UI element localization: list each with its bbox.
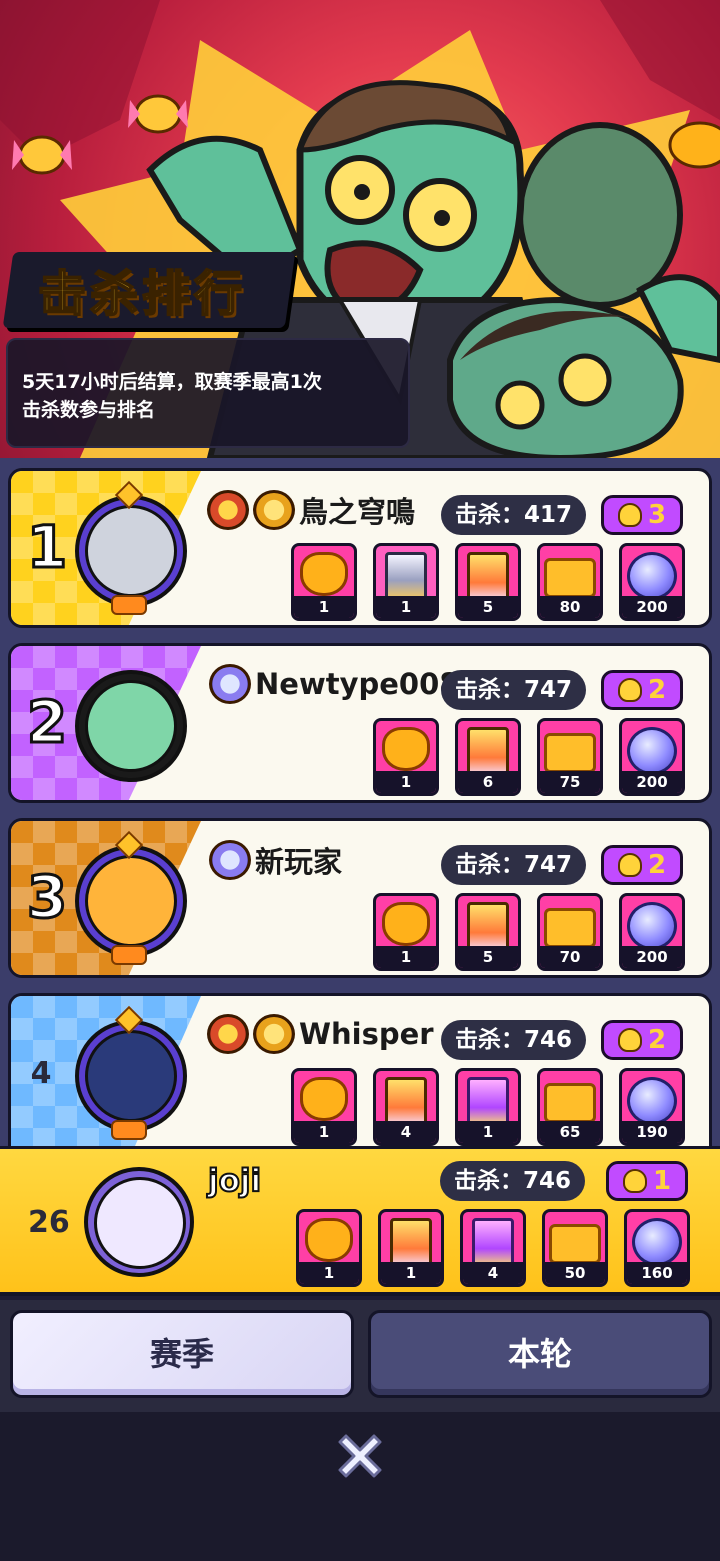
reward-item[interactable]: 4	[373, 1068, 439, 1146]
gold-medal-icon	[253, 490, 295, 530]
ticket-icon	[544, 733, 596, 773]
reward-item[interactable]: 4	[460, 1209, 526, 1287]
kill-count: 击杀：747	[441, 670, 587, 710]
tab-round[interactable]: 本轮	[368, 1310, 712, 1398]
reward-item[interactable]: 75	[537, 718, 603, 796]
reward-list: 1 6 75 200	[373, 718, 685, 796]
player-name: Newtype008	[255, 667, 460, 701]
my-rank-row[interactable]: 26 joji 击杀：746 1 1 1 4 50 160	[0, 1146, 720, 1296]
info-line-1: 5天17小时后结算，取赛季最高1次	[22, 371, 322, 393]
rank-number: 4	[30, 1056, 52, 1091]
reward-item[interactable]: 1	[373, 718, 439, 796]
rank-number: 3	[25, 862, 68, 933]
avatar[interactable]	[75, 845, 187, 957]
gem-orb-icon	[627, 552, 677, 600]
reward-item[interactable]: 6	[455, 718, 521, 796]
avatar-badge-icon	[111, 1120, 147, 1140]
avatar[interactable]	[75, 1020, 187, 1132]
reward-item[interactable]: 200	[619, 718, 685, 796]
reward-item[interactable]: 1	[296, 1209, 362, 1287]
tab-season[interactable]: 赛季	[10, 1310, 354, 1398]
gem-orb-icon	[627, 727, 677, 775]
avatar[interactable]	[75, 670, 187, 782]
close-icon[interactable]	[330, 1426, 390, 1486]
reward-item[interactable]: 5	[455, 543, 521, 621]
reward-item[interactable]: 190	[619, 1068, 685, 1146]
reward-item[interactable]: 50	[542, 1209, 608, 1287]
skull-icon	[617, 678, 642, 702]
my-avatar[interactable]	[84, 1167, 194, 1277]
reward-item[interactable]: 200	[619, 543, 685, 621]
skull-icon	[622, 1169, 647, 1193]
trophy-icon	[305, 1218, 353, 1262]
leaderboard-list[interactable]: 1 鳥之穹鳴 击杀：417 3 1 1 5 80 200 2 Newtype00…	[0, 458, 720, 1146]
avatar-badge-icon	[111, 595, 147, 615]
my-rank-number: 26	[28, 1205, 70, 1240]
ticket-icon	[544, 908, 596, 948]
reward-item[interactable]: 1	[373, 543, 439, 621]
reward-item[interactable]: 70	[537, 893, 603, 971]
leaderboard-row[interactable]: 4 Whisper 击杀：746 2 1 4 1 65 190	[8, 993, 712, 1146]
kill-count: 击杀：746	[441, 1020, 587, 1060]
red-medal-icon	[207, 1014, 249, 1054]
tab-bar: 赛季 本轮	[0, 1300, 720, 1412]
reward-list: 1 1 5 80 200	[291, 543, 685, 621]
player-name: 新玩家	[255, 845, 343, 879]
avatar-badge-icon	[111, 945, 147, 965]
reward-item[interactable]: 80	[537, 543, 603, 621]
candy-icon	[128, 94, 188, 134]
trophy-icon	[300, 552, 348, 596]
red-medal-icon	[207, 490, 249, 530]
reward-item[interactable]: 1	[291, 1068, 357, 1146]
ticket-icon	[544, 1083, 596, 1123]
page-title: 击杀排行	[37, 265, 247, 323]
rank-number: 1	[25, 512, 68, 583]
purple-medal-icon	[209, 840, 251, 880]
avatar[interactable]	[75, 495, 187, 607]
leaderboard-row[interactable]: 2 Newtype008 击杀：747 2 1 6 75 200	[8, 643, 712, 803]
skull-icon	[617, 503, 642, 527]
reward-item[interactable]: 65	[537, 1068, 603, 1146]
reward-item[interactable]: 1	[291, 543, 357, 621]
skull-badge: 2	[601, 845, 683, 885]
player-name: 鳥之穹鳴	[299, 495, 416, 529]
ticket-icon	[549, 1224, 601, 1264]
skull-icon	[617, 1028, 642, 1052]
gem-orb-icon	[627, 1077, 677, 1125]
player-name: Whisper	[299, 1017, 434, 1051]
leaderboard-row[interactable]: 3 新玩家 击杀：747 2 1 5 70 200	[8, 818, 712, 978]
hero-banner: 击杀排行 5天17小时后结算，取赛季最高1次 击杀数参与排名	[0, 0, 720, 458]
skull-badge: 3	[601, 495, 683, 535]
my-reward-list: 1 1 4 50 160	[296, 1209, 690, 1287]
my-skull-badge: 1	[606, 1161, 688, 1201]
trophy-icon	[382, 727, 430, 771]
trophy-icon	[382, 902, 430, 946]
ticket-icon	[544, 558, 596, 598]
kill-count: 击杀：747	[441, 845, 587, 885]
kill-count: 击杀：417	[441, 495, 587, 535]
reward-item[interactable]: 160	[624, 1209, 690, 1287]
purple-medal-icon	[209, 664, 251, 704]
reward-item[interactable]: 1	[455, 1068, 521, 1146]
skull-icon	[617, 853, 642, 877]
gem-orb-icon	[627, 902, 677, 950]
reward-item[interactable]: 1	[373, 893, 439, 971]
my-kill-count: 击杀：746	[440, 1161, 586, 1201]
reward-item[interactable]: 1	[378, 1209, 444, 1287]
reward-list: 1 4 1 65 190	[291, 1068, 685, 1146]
info-line-2: 击杀数参与排名	[22, 399, 156, 421]
reward-item[interactable]: 200	[619, 893, 685, 971]
gem-orb-icon	[632, 1218, 682, 1266]
skull-badge: 2	[601, 1020, 683, 1060]
my-player-name: joji	[207, 1162, 262, 1200]
reward-item[interactable]: 5	[455, 893, 521, 971]
reward-list: 1 5 70 200	[373, 893, 685, 971]
settlement-info: 5天17小时后结算，取赛季最高1次 击杀数参与排名	[6, 338, 410, 448]
skull-badge: 2	[601, 670, 683, 710]
leaderboard-row[interactable]: 1 鳥之穹鳴 击杀：417 3 1 1 5 80 200	[8, 468, 712, 628]
gold-medal-icon	[253, 1014, 295, 1054]
rank-number: 2	[25, 687, 68, 758]
trophy-icon	[300, 1077, 348, 1121]
